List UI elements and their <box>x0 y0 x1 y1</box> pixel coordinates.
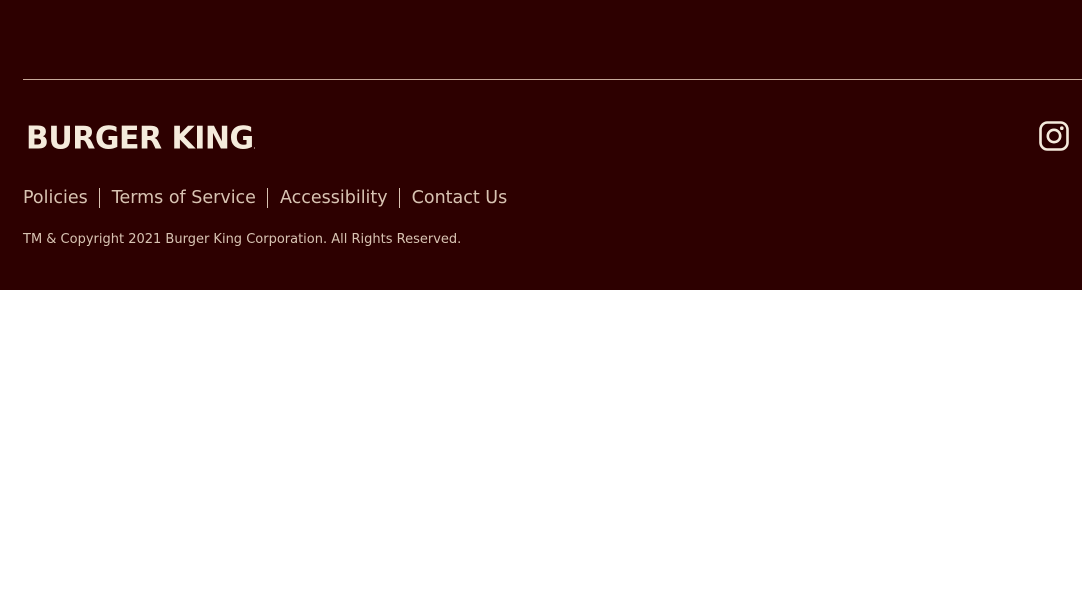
policies-link[interactable]: Policies <box>23 187 88 209</box>
accessibility-link[interactable]: Accessibility <box>280 187 388 209</box>
footer-links: Policies Terms of Service Accessibility … <box>23 187 507 209</box>
copyright-text: TM & Copyright 2021 Burger King Corporat… <box>23 232 462 247</box>
link-separator <box>398 188 400 208</box>
footer-divider <box>23 79 1082 80</box>
contact-us-link[interactable]: Contact Us <box>412 187 508 209</box>
burger-king-logo[interactable]: BURGER KING. <box>26 118 256 168</box>
terms-of-service-link[interactable]: Terms of Service <box>112 187 256 209</box>
site-footer: BURGER KING. Policies Terms of Service A… <box>0 0 1082 290</box>
logo-text: BURGER KING <box>26 120 254 157</box>
link-separator <box>98 188 100 208</box>
instagram-icon[interactable] <box>1038 120 1070 152</box>
logo-mark: . <box>253 144 256 151</box>
link-separator <box>266 188 268 208</box>
